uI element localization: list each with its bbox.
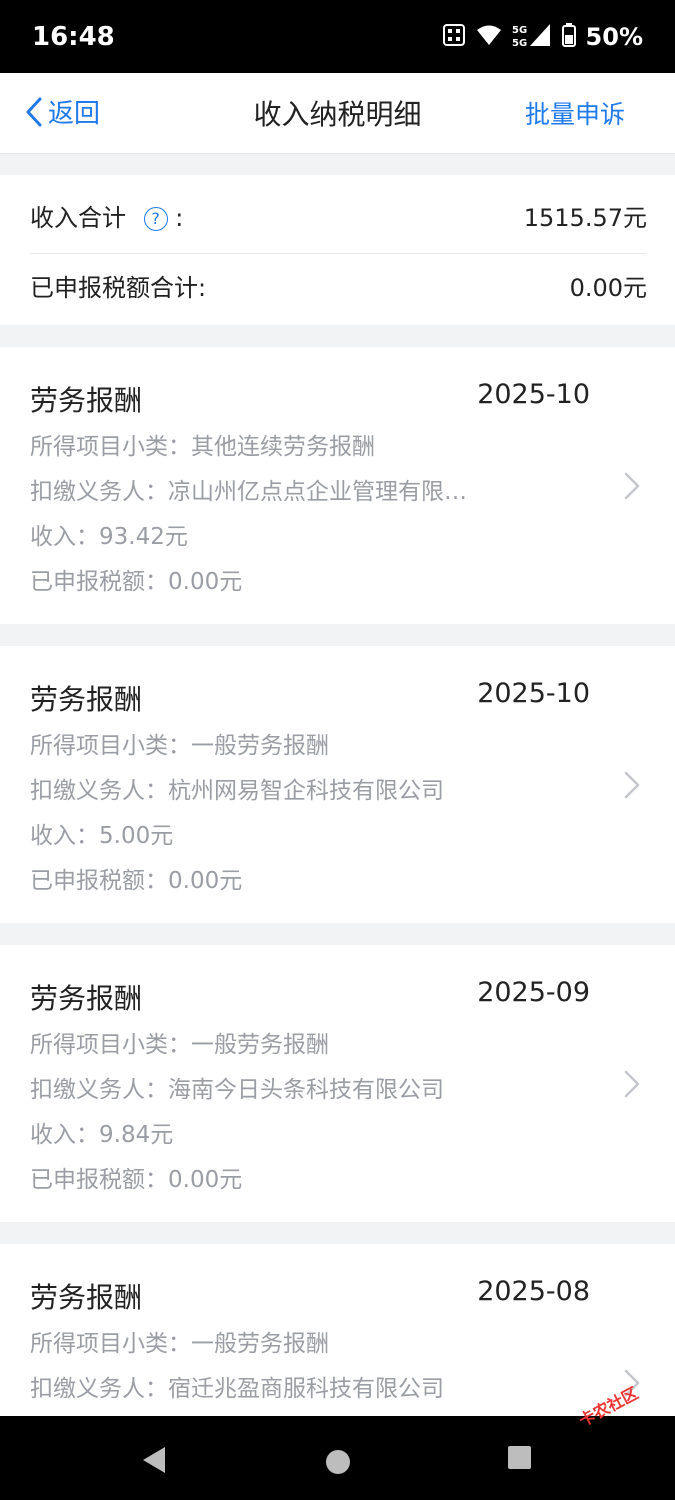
income-total-value: 1515.57元 [523, 204, 647, 232]
status-icons: 5G 5G 50% [442, 22, 643, 52]
status-time: 16:48 [32, 22, 115, 52]
system-nav-bar [0, 1416, 675, 1500]
record-tax: 已申报税额：0.00元 [30, 569, 243, 595]
battery-icon [561, 23, 576, 51]
record-title: 劳务报酬 [30, 982, 143, 1015]
signal-icon: 5G 5G [512, 22, 552, 52]
nav-home-icon[interactable] [326, 1450, 350, 1474]
chevron-right-icon [624, 472, 640, 500]
chevron-right-icon [624, 771, 640, 799]
nfc-icon [442, 23, 466, 51]
nav-recents-icon[interactable] [508, 1446, 531, 1469]
record-subcategory: 所得项目小类：其他连续劳务报酬 [30, 434, 375, 460]
tax-total-row: 已申报税额合计: 0.00元 [30, 248, 647, 323]
help-icon[interactable]: ? [143, 207, 168, 231]
record-income: 收入：5.00元 [30, 823, 174, 849]
income-total-label: 收入合计 [30, 204, 126, 232]
income-total-colon: : [175, 204, 184, 232]
record-title: 劳务报酬 [30, 1281, 143, 1314]
nav-back-icon[interactable] [141, 1445, 167, 1475]
tax-total-value: 0.00元 [569, 274, 647, 302]
record-withholder: 扣缴义务人：杭州网易智企科技有限公司 [30, 778, 444, 804]
record-tax: 已申报税额：0.00元 [30, 868, 243, 894]
svg-text:5G: 5G [512, 25, 527, 36]
income-record[interactable]: 劳务报酬 2025-09 所得项目小类：一般劳务报酬 扣缴义务人：海南今日头条科… [0, 945, 675, 1222]
record-subcategory: 所得项目小类：一般劳务报酬 [30, 1032, 329, 1058]
wifi-icon [476, 24, 502, 50]
nav-bar: 返回 收入纳税明细 批量申诉 [0, 73, 675, 154]
status-bar: 16:48 5G 5G 50% [0, 0, 675, 73]
record-withholder: 扣缴义务人：海南今日头条科技有限公司 [30, 1077, 444, 1103]
record-withholder: 扣缴义务人：凉山州亿点点企业管理有限… [30, 479, 467, 505]
summary-card: 收入合计 ? : 1515.57元 已申报税额合计: 0.00元 [0, 175, 675, 325]
record-withholder: 扣缴义务人：宿迁兆盈商服科技有限公司 [30, 1376, 444, 1402]
tax-total-label: 已申报税额合计: [30, 274, 207, 302]
income-record[interactable]: 劳务报酬 2025-08 所得项目小类：一般劳务报酬 扣缴义务人：宿迁兆盈商服科… [0, 1244, 675, 1416]
record-date: 2025-10 [477, 379, 590, 410]
svg-text:5G: 5G [512, 38, 527, 48]
income-record[interactable]: 劳务报酬 2025-10 所得项目小类：一般劳务报酬 扣缴义务人：杭州网易智企科… [0, 646, 675, 923]
record-date: 2025-10 [477, 678, 590, 709]
record-subcategory: 所得项目小类：一般劳务报酬 [30, 1331, 329, 1357]
record-date: 2025-08 [477, 1276, 590, 1307]
record-income: 收入：93.42元 [30, 524, 188, 550]
income-total-label-group: 收入合计 ? : [30, 198, 183, 233]
record-tax: 已申报税额：0.00元 [30, 1167, 243, 1193]
income-total-row: 收入合计 ? : 1515.57元 [30, 178, 647, 254]
record-title: 劳务报酬 [30, 683, 143, 716]
chevron-right-icon [624, 1070, 640, 1098]
record-income: 收入：9.84元 [30, 1122, 174, 1148]
record-subcategory: 所得项目小类：一般劳务报酬 [30, 733, 329, 759]
record-title: 劳务报酬 [30, 384, 143, 417]
batch-appeal-button[interactable]: 批量申诉 [525, 95, 625, 131]
income-record[interactable]: 劳务报酬 2025-10 所得项目小类：其他连续劳务报酬 扣缴义务人：凉山州亿点… [0, 347, 675, 624]
record-date: 2025-09 [477, 977, 590, 1008]
battery-percent: 50% [585, 23, 643, 51]
